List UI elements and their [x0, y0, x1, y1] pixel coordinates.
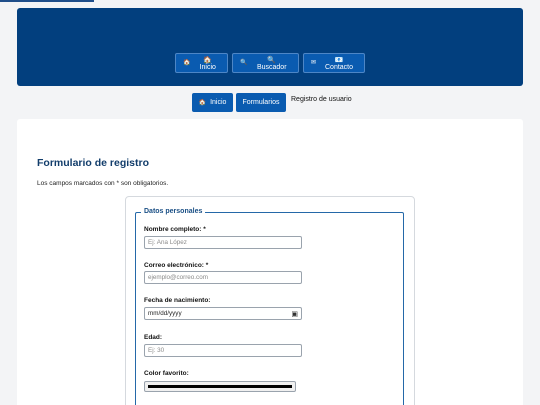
email-placeholder: ejemplo@correo.com: [148, 274, 208, 281]
nav-home-label: 🏠 Inicio: [199, 56, 216, 71]
nav-contact-label: 📧 Contacto: [325, 56, 354, 71]
required-fields-note: Los campos marcados con * son obligatori…: [37, 180, 169, 187]
nav-contact-button[interactable]: ✉ 📧 Contacto: [303, 53, 365, 73]
full-name-placeholder: Ej: Ana López: [148, 239, 187, 246]
nav-home-button[interactable]: 🏠 🏠 Inicio: [175, 53, 228, 73]
birthdate-placeholder: mm/dd/yyyy: [148, 310, 182, 317]
email-input[interactable]: ejemplo@correo.com: [144, 271, 302, 284]
main-nav: 🏠 🏠 Inicio 🔍 🔍 Buscador ✉ 📧 Contacto: [0, 53, 540, 74]
envelope-icon: ✉: [311, 60, 317, 66]
top-accent-bar: [0, 0, 94, 2]
header-banner: [17, 8, 523, 86]
home-icon: 🏠: [198, 99, 207, 106]
nav-search-label: 🔍 Buscador: [256, 56, 287, 71]
breadcrumb: 🏠 Inicio Formularios Registro de usuario: [192, 93, 352, 112]
age-placeholder: Ej: 30: [148, 347, 165, 354]
full-name-label: Nombre completo: *: [144, 226, 206, 233]
breadcrumb-forms-label: Formularios: [242, 99, 280, 106]
birthdate-label: Fecha de nacimiento:: [144, 297, 211, 304]
home-icon: 🏠: [183, 60, 191, 66]
breadcrumb-home-link[interactable]: 🏠 Inicio: [192, 93, 233, 112]
favorite-color-label: Color favorito:: [144, 370, 189, 377]
age-label: Edad:: [144, 334, 163, 341]
breadcrumb-home-label: Inicio: [210, 99, 227, 106]
page-title: Formulario de registro: [37, 157, 150, 169]
breadcrumb-current: Registro de usuario: [291, 96, 352, 103]
fieldset-legend: Datos personales: [141, 208, 206, 215]
search-icon: 🔍: [240, 60, 248, 66]
nav-search-button[interactable]: 🔍 🔍 Buscador: [232, 53, 299, 73]
calendar-icon[interactable]: ▣: [291, 310, 298, 318]
age-input[interactable]: Ej: 30: [144, 344, 302, 357]
email-label: Correo electrónico: *: [144, 262, 209, 269]
birthdate-input[interactable]: mm/dd/yyyy ▣: [144, 307, 302, 320]
full-name-input[interactable]: Ej: Ana López: [144, 236, 302, 249]
color-swatch: [148, 385, 292, 388]
favorite-color-picker[interactable]: [144, 381, 296, 392]
breadcrumb-forms-link[interactable]: Formularios: [236, 93, 286, 112]
